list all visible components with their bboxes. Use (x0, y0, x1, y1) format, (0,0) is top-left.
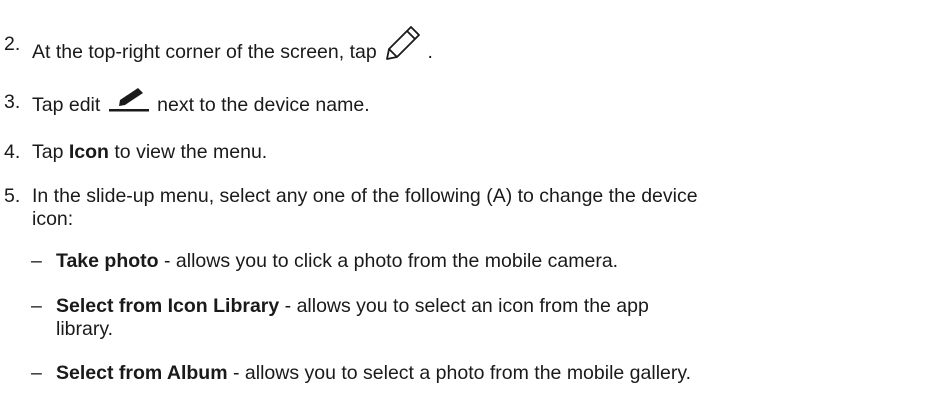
step-text-end: . (427, 41, 433, 64)
edit-pen-underline-icon (108, 88, 150, 122)
bold-term: Icon (68, 141, 109, 163)
option-title: Select from Icon Library (56, 295, 280, 317)
step-text: Tap edit (32, 94, 101, 117)
step-text: Tap (32, 141, 64, 163)
pencil-outline-icon (384, 26, 424, 74)
step-number: 5. (4, 185, 21, 207)
option-description: - allows you to click a photo from the m… (163, 250, 619, 272)
option-title: Take photo (56, 250, 159, 272)
step-number: 3. (4, 91, 21, 113)
step-text: At the top-right corner of the screen, t… (32, 41, 377, 64)
option-description: library. (56, 318, 114, 340)
step-number: 4. (4, 141, 21, 163)
step-text: In the slide-up menu, select any one of … (32, 185, 698, 207)
option-description: - allows you to select an icon from the … (284, 295, 649, 317)
list-dash: – (31, 295, 42, 317)
step-number: 2. (4, 33, 21, 55)
list-dash: – (31, 362, 42, 384)
step-text-end: to view the menu. (114, 141, 268, 163)
step-text: icon: (32, 208, 74, 230)
list-dash: – (31, 250, 42, 272)
option-title: Select from Album (56, 362, 228, 384)
option-description: - allows you to select a photo from the … (232, 362, 692, 384)
step-text-end: next to the device name. (157, 94, 370, 117)
